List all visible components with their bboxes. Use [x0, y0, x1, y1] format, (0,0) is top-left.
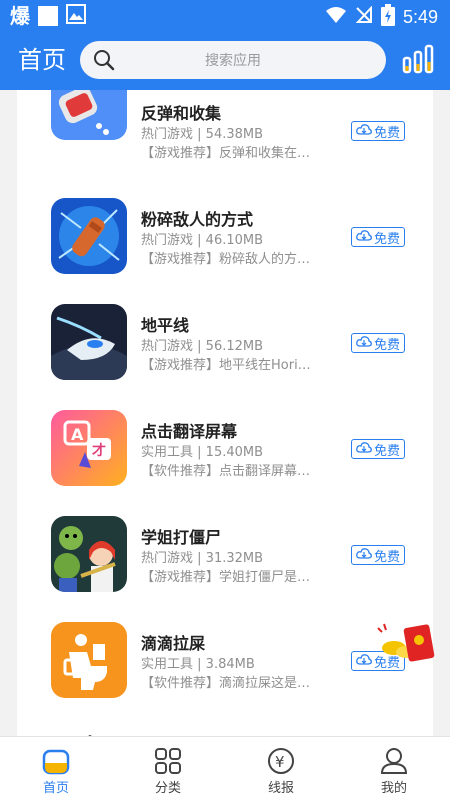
app-size: 46.10MB [205, 233, 264, 248]
status-left-icons: 爆 [10, 4, 86, 28]
app-desc: 【游戏推荐】学姐打僵尸是… [141, 570, 311, 585]
svg-text:才: 才 [92, 442, 106, 459]
app-meta: 实用工具 | 15.40MB [141, 445, 264, 460]
notification-glyph: 爆 [10, 4, 30, 28]
spaceship-icon[interactable] [51, 304, 127, 380]
list-item[interactable]: 学姐打僵尸 热门游戏 | 31.32MB 【游戏推荐】学姐打僵尸是… 免费 [17, 514, 433, 620]
page-title: 首页 [18, 46, 66, 74]
free-download-button[interactable]: 免费 [351, 545, 405, 565]
list-item[interactable]: 地平线 热门游戏 | 56.12MB 【游戏推荐】地平线在Hori… 免费 [17, 302, 433, 408]
app-name: 学姐打僵尸 [141, 528, 222, 547]
list-item[interactable]: 反弹和收集 热门游戏 | 54.38MB 【游戏推荐】反弹和收集在… 免费 [17, 90, 433, 196]
category-grid-icon [154, 747, 182, 775]
tab-profile[interactable]: 我的 [338, 737, 450, 800]
toilet-icon[interactable] [51, 622, 127, 698]
svg-text:A: A [71, 425, 84, 444]
list-item[interactable]: A才 点击翻译屏幕 实用工具 | 15.40MB 【软件推荐】点击翻译屏幕… 免… [17, 408, 433, 514]
app-size: 56.12MB [205, 339, 264, 354]
yuan-coin-icon: ¥ [267, 747, 295, 775]
no-sim-icon [355, 5, 373, 28]
app-meta: 热门游戏 | 46.10MB [141, 233, 264, 248]
svg-text:¥: ¥ [275, 753, 285, 771]
notification-square-icon [38, 6, 58, 26]
search-placeholder: 搜索应用 [205, 53, 261, 69]
free-download-button[interactable]: 免费 [351, 121, 405, 141]
tab-category-label: 分类 [154, 781, 181, 796]
app-category: 热门游戏 [141, 551, 194, 566]
free-label: 免费 [373, 443, 400, 459]
status-right-icons: 5:49 [325, 4, 438, 30]
app-category: 热门游戏 [141, 127, 194, 142]
free-label: 免费 [373, 231, 400, 247]
red-packet-icon[interactable] [372, 620, 438, 666]
cloud-download-icon [356, 441, 372, 457]
cloud-download-icon [356, 123, 372, 139]
cloud-download-icon [356, 335, 372, 351]
free-label: 免费 [373, 337, 400, 353]
free-download-button[interactable]: 免费 [351, 227, 405, 247]
app-desc: 【软件推荐】滴滴拉屎这是… [141, 676, 311, 691]
list-item[interactable]: 滴滴拉屎 实用工具 | 3.84MB 【软件推荐】滴滴拉屎这是… 免费 [17, 620, 433, 726]
app-desc: 【游戏推荐】反弹和收集在… [141, 146, 311, 161]
app-meta: 热门游戏 | 56.12MB [141, 339, 264, 354]
image-icon [66, 4, 86, 28]
app-size: 54.38MB [205, 127, 264, 142]
profile-icon [380, 747, 408, 775]
home-icon [42, 747, 70, 775]
red-cup-ball-icon[interactable] [51, 90, 127, 140]
app-meta: 热门游戏 | 54.38MB [141, 127, 264, 142]
tab-deals[interactable]: ¥ 线报 [225, 737, 337, 800]
bottom-nav: 首页 分类 ¥ 线报 我的 [0, 736, 450, 800]
next-item-peek [75, 728, 105, 736]
app-name: 滴滴拉屎 [141, 634, 206, 653]
free-label: 免费 [373, 549, 400, 565]
tab-category[interactable]: 分类 [112, 737, 224, 800]
tab-profile-label: 我的 [380, 781, 407, 796]
app-desc: 【游戏推荐】地平线在Hori… [141, 358, 311, 373]
app-desc: 【游戏推荐】粉碎敌人的方… [141, 252, 311, 267]
translate-icon[interactable]: A才 [51, 410, 127, 486]
app-size: 31.32MB [205, 551, 264, 566]
battery-icon [380, 4, 395, 30]
app-category: 实用工具 [141, 657, 194, 672]
free-label: 免费 [373, 125, 400, 141]
tab-home-label: 首页 [42, 781, 69, 796]
app-size: 3.84MB [205, 657, 255, 672]
zombie-icon[interactable] [51, 516, 127, 592]
cloud-download-icon [356, 229, 372, 245]
app-name: 地平线 [141, 316, 190, 335]
list-item[interactable]: 粉碎敌人的方式 热门游戏 | 46.10MB 【游戏推荐】粉碎敌人的方… 免费 [17, 196, 433, 302]
app-name: 粉碎敌人的方式 [141, 210, 254, 229]
cloud-download-icon [356, 547, 372, 563]
free-download-button[interactable]: 免费 [351, 333, 405, 353]
app-size: 15.40MB [205, 445, 264, 460]
status-time: 5:49 [402, 7, 438, 27]
cloud-download-icon [356, 653, 372, 669]
crush-hammer-icon[interactable] [51, 198, 127, 274]
app-bar: 首页 搜索应用 [0, 32, 450, 90]
app-meta: 实用工具 | 3.84MB [141, 657, 255, 672]
app-name: 点击翻译屏幕 [141, 422, 238, 441]
free-download-button[interactable]: 免费 [351, 439, 405, 459]
app-name: 反弹和收集 [141, 104, 222, 123]
app-category: 热门游戏 [141, 339, 194, 354]
search-input[interactable]: 搜索应用 [80, 41, 386, 79]
app-category: 实用工具 [141, 445, 194, 460]
status-bar: 爆 5:49 [0, 0, 450, 32]
app-list-card: 反弹和收集 热门游戏 | 54.38MB 【游戏推荐】反弹和收集在… 免费 粉碎… [17, 90, 433, 736]
app-desc: 【软件推荐】点击翻译屏幕… [141, 464, 311, 479]
wifi-icon [325, 6, 347, 28]
rank-chart-icon[interactable] [402, 44, 434, 76]
app-category: 热门游戏 [141, 233, 194, 248]
tab-home[interactable]: 首页 [0, 737, 112, 800]
app-meta: 热门游戏 | 31.32MB [141, 551, 264, 566]
tab-deals-label: 线报 [267, 781, 294, 796]
